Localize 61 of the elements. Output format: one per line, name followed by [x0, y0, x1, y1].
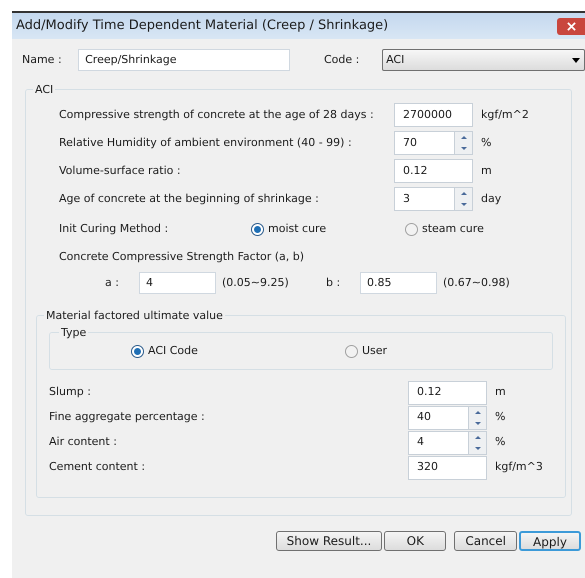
field-label: Compressive strength of concrete at the age of 28 days :: [58, 106, 375, 123]
unit-label: kgf/m^2: [480, 106, 530, 123]
input-field[interactable]: 4: [139, 272, 216, 294]
unit-label: kgf/m^3: [494, 459, 544, 476]
radio-button[interactable]: [251, 222, 264, 236]
field-value: 70: [403, 134, 418, 151]
unit-label: day: [480, 190, 502, 207]
field-value: 3: [403, 190, 411, 207]
spin-arrows-icon[interactable]: [468, 406, 486, 428]
field-label: Age of concrete at the beginning of shrinkage :: [58, 190, 320, 207]
group-title: Type: [59, 325, 88, 342]
name-field[interactable]: Creep/Shrinkage: [78, 49, 290, 71]
dialog-button[interactable]: Apply: [519, 531, 581, 551]
field-label: Cement content :: [48, 459, 146, 476]
field-label: Slump :: [48, 384, 92, 400]
radio-button[interactable]: [405, 222, 418, 236]
param-label: b :: [326, 274, 342, 291]
field-value: 40: [417, 409, 432, 426]
field-label: Relative Humidity of ambient environment (40 - 99) :: [58, 134, 353, 151]
code-label: Code :: [322, 52, 360, 68]
spin-arrows-icon[interactable]: [468, 432, 486, 454]
spin-field[interactable]: 70: [394, 131, 473, 155]
dialog-button[interactable]: OK: [384, 531, 446, 551]
radio-button[interactable]: [345, 344, 358, 358]
name-label: Name :: [21, 52, 63, 68]
radio-label: User: [362, 342, 388, 359]
input-field[interactable]: 0.12: [394, 159, 473, 183]
spin-field[interactable]: 40: [408, 406, 487, 430]
dialog-button[interactable]: Show Result...: [276, 531, 382, 551]
spin-field[interactable]: 3: [394, 187, 473, 211]
spin-arrows-icon[interactable]: [454, 132, 472, 154]
curing-label: Init Curing Method :: [59, 220, 170, 237]
input-field[interactable]: 2700000: [394, 103, 473, 127]
radio-label: steam cure: [422, 220, 484, 237]
range-label: (0.67~0.98): [442, 274, 511, 291]
code-dropdown[interactable]: ACI: [382, 49, 585, 71]
unit-label: %: [494, 434, 506, 450]
radio-label: moist cure: [268, 220, 326, 237]
unit-label: m: [494, 384, 507, 400]
radio-button[interactable]: [131, 344, 144, 358]
input-field[interactable]: 0.85: [360, 272, 437, 294]
param-label: a :: [105, 274, 120, 291]
spin-arrows-icon[interactable]: [454, 188, 472, 210]
caret-icon: [572, 58, 580, 62]
field-label: Air content :: [48, 434, 118, 450]
window-title: Add/Modify Time Dependent Material (Creep / Shrinkage): [16, 17, 390, 36]
spin-field[interactable]: 4: [408, 430, 487, 454]
input-field[interactable]: 0.12: [408, 380, 487, 404]
field-label: Volume-surface ratio :: [58, 162, 182, 179]
close-button[interactable]: [557, 18, 585, 34]
factor-title: Concrete Compressive Strength Factor (a, b): [59, 248, 304, 265]
dialog-button[interactable]: Cancel: [454, 531, 517, 551]
unit-label: %: [480, 134, 492, 151]
close-icon: [566, 22, 576, 30]
range-label: (0.05~9.25): [221, 274, 290, 291]
field-value: 4: [417, 434, 425, 450]
field-label: Fine aggregate percentage :: [48, 409, 206, 426]
unit-label: m: [480, 162, 493, 179]
radio-label: ACI Code: [148, 342, 198, 359]
unit-label: %: [494, 409, 506, 426]
input-field[interactable]: 320: [408, 456, 487, 480]
